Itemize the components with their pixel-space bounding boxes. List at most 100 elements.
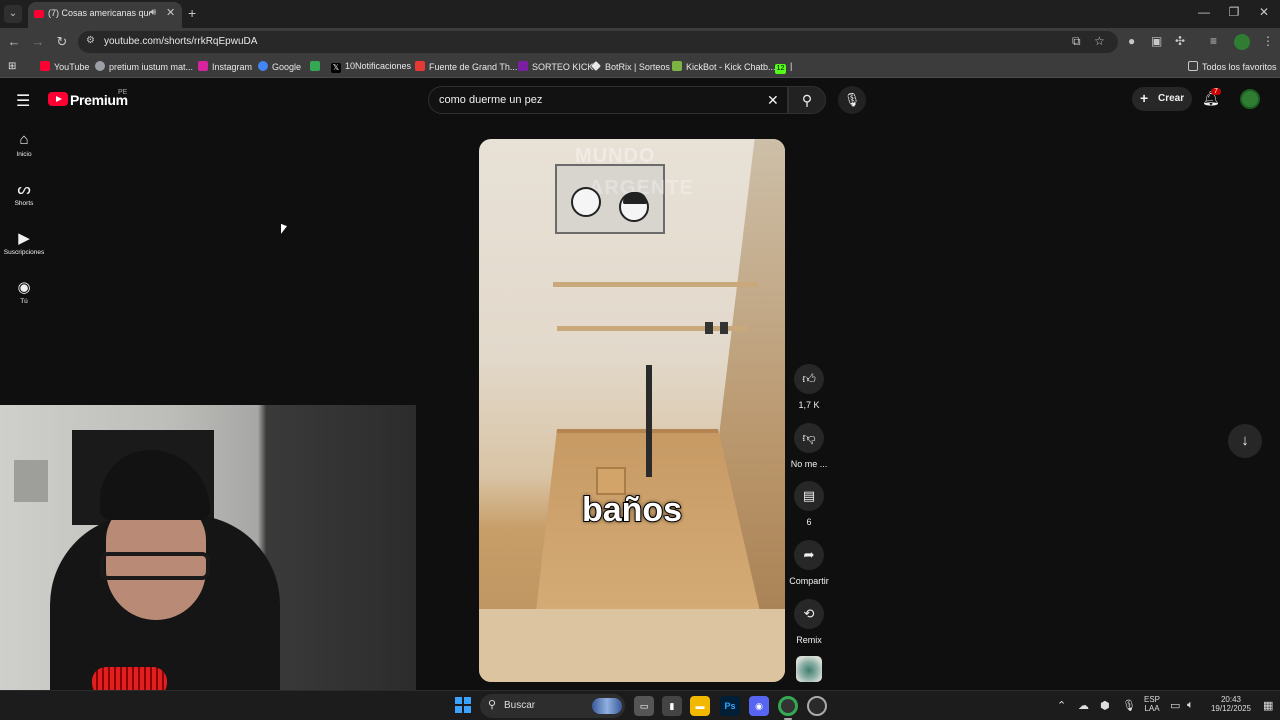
clear-search-icon[interactable]: ✕ (767, 92, 779, 109)
task-view-icon[interactable]: ▭ (634, 696, 654, 716)
kick-badge-icon: 12 (775, 64, 786, 74)
font-icon (415, 61, 425, 71)
back-icon[interactable]: ← (6, 34, 22, 49)
speaker-icon[interactable]: 🔊︎ (150, 7, 156, 18)
minimize-icon[interactable]: — (1194, 5, 1214, 19)
new-tab-button[interactable]: + (188, 5, 196, 21)
bookmark-kickbot[interactable]: KickBot - Kick Chatb... (672, 61, 776, 72)
media-control-icon[interactable]: ≡ (1210, 34, 1217, 48)
instagram-icon (198, 61, 208, 71)
bookmark-grand-theft[interactable]: Fuente de Grand Th... (415, 61, 517, 72)
youtube-header: ☰ Premium PE como duerme un pez ✕ ⚲ 🎙︎ +… (0, 80, 1280, 120)
url-text[interactable]: youtube.com/shorts/rrkRqEpwuDA (104, 36, 257, 47)
network-icon[interactable]: ▭ (1170, 699, 1180, 712)
video-watermark: MUNDO (575, 145, 656, 167)
address-bar[interactable]: ⚙︎ youtube.com/shorts/rrkRqEpwuDA ⧉ ☆ (78, 31, 1118, 53)
next-short-button[interactable]: ↓ (1228, 424, 1262, 458)
search-query[interactable]: como duerme un pez (439, 94, 542, 106)
app-icon[interactable]: ▮ (662, 696, 682, 716)
short-video-player[interactable]: MUNDO ARGENTE baños (479, 139, 785, 682)
sidebar-item-inicio[interactable]: ⌂ Inicio (0, 131, 48, 158)
tab-search-dropdown[interactable]: ⌄ (4, 5, 22, 23)
windows-start-icon[interactable] (455, 697, 471, 713)
restore-icon[interactable]: ❐ (1224, 5, 1244, 19)
sidebar-item-tu[interactable]: ◉ Tú (0, 278, 48, 305)
close-window-icon[interactable]: ✕ (1254, 5, 1274, 19)
clock[interactable]: 20:43 19/12/2025 (1204, 695, 1258, 713)
close-tab-icon[interactable]: ✕ (166, 6, 175, 19)
create-label: Crear (1158, 93, 1185, 104)
dislike-button[interactable]: 👎︎ No me ... (785, 423, 833, 469)
bookmark-pretium[interactable]: pretium iustum mat... (95, 61, 193, 72)
remix-label: Remix (796, 635, 822, 645)
photoshop-icon[interactable]: Ps (720, 696, 740, 716)
extension-icon[interactable]: ▣ (1151, 34, 1162, 48)
tray-app-icon[interactable]: ⬢ (1100, 699, 1110, 712)
forward-icon[interactable]: → (30, 34, 46, 49)
share-button[interactable]: ➦ Compartir (785, 540, 833, 586)
remix-button[interactable]: ⟲ Remix (785, 599, 833, 645)
bookmark-botrix[interactable]: BotRix | Sorteos (591, 61, 670, 72)
site-info-icon[interactable]: ⚙︎ (86, 35, 95, 46)
microphone (92, 667, 167, 690)
sidebar-label: Suscripciones (3, 249, 45, 256)
reload-icon[interactable]: ↻ (54, 34, 70, 50)
file-explorer-icon[interactable]: ▬ (690, 696, 710, 716)
all-bookmarks-folder[interactable]: Todos los favoritos (1188, 61, 1277, 72)
tray-app-icon[interactable]: ☁︎ (1078, 699, 1089, 712)
extensions-puzzle-icon[interactable]: ✣ (1175, 34, 1185, 48)
taskbar-search[interactable]: ⚲ Buscar (480, 694, 625, 718)
active-tab[interactable]: (7) Cosas americanas que N 🔊︎ ✕ (28, 2, 182, 28)
account-avatar[interactable] (1240, 89, 1260, 109)
microphone-icon: 🎙︎ (843, 92, 861, 107)
bookmark-google[interactable]: Google (258, 61, 301, 72)
tab-strip: ⌄ (7) Cosas americanas que N 🔊︎ ✕ + — ❐ … (0, 0, 1280, 28)
bookmark-instagram[interactable]: Instagram (198, 61, 252, 72)
botrix-icon (591, 61, 601, 71)
bookmark-kick[interactable]: 12 | (775, 61, 792, 74)
menu-kebab-icon[interactable]: ⋮ (1262, 34, 1274, 48)
comments-count: 6 (806, 517, 812, 527)
chevron-up-icon[interactable]: ⌃ (1057, 699, 1066, 712)
bookmark-youtube[interactable]: YouTube (40, 61, 89, 72)
sound-thumbnail[interactable] (796, 656, 822, 682)
sidebar-item-shorts[interactable]: ᔕ Shorts (0, 180, 48, 207)
cat-sticker-icon (619, 192, 649, 222)
video-caption: baños (581, 490, 683, 530)
comments-button[interactable]: ▤ 6 (785, 481, 833, 527)
create-button[interactable]: + Crear (1132, 87, 1192, 111)
shorts-icon: ᔕ (17, 181, 31, 198)
video-shelf (557, 326, 747, 331)
volume-icon[interactable]: 🔈︎ (1187, 699, 1194, 712)
bookmark-notificaciones[interactable]: 𝕏 10Notificaciones (331, 61, 411, 73)
voice-search-button[interactable]: 🎙︎ (838, 86, 866, 114)
video-faucet (646, 365, 652, 477)
like-button[interactable]: 👍︎ 1,7 K (785, 364, 833, 410)
search-icon: ⚲ (488, 699, 497, 711)
extension-icon[interactable]: ● (1128, 34, 1135, 48)
windows-taskbar: ⚲ Buscar ▭ ▮ ▬ Ps ◉ ⌃ ☁︎ ⬢ 🎙︎ ESP LAA ▭ 🔈… (0, 690, 1280, 720)
chrome-icon[interactable] (778, 696, 798, 716)
youtube-logo-icon[interactable] (48, 92, 68, 106)
search-input[interactable]: como duerme un pez ✕ (428, 86, 788, 114)
share-label: Compartir (789, 576, 829, 586)
bookmark-star-icon[interactable]: ☆ (1094, 34, 1105, 48)
install-app-icon[interactable]: ⧉ (1072, 34, 1081, 49)
kickbot-icon (672, 61, 682, 71)
guide-menu-icon[interactable]: ☰ (16, 91, 30, 111)
discord-icon[interactable]: ◉ (749, 696, 769, 716)
profile-avatar[interactable] (1234, 34, 1250, 50)
bookmark-sorteo-kick[interactable]: SORTEO KICK (518, 61, 593, 72)
search-button[interactable]: ⚲ (788, 86, 826, 114)
notification-center-icon[interactable]: ▦ (1263, 699, 1273, 712)
obs-icon[interactable] (807, 696, 827, 716)
bookmark-pinwheel[interactable] (310, 61, 324, 72)
arrow-down-icon: ↓ (1241, 432, 1249, 449)
apps-grid-icon[interactable]: ⊞ (8, 61, 16, 72)
notification-badge: 7 (1211, 88, 1221, 95)
sidebar-item-suscripciones[interactable]: ▶︎ Suscripciones (0, 229, 48, 256)
microphone-icon[interactable]: 🎙︎ (1122, 699, 1136, 712)
sidebar-label: Shorts (14, 200, 34, 207)
language-indicator[interactable]: ESP LAA (1140, 695, 1164, 713)
you-icon: ◉ (17, 279, 31, 296)
